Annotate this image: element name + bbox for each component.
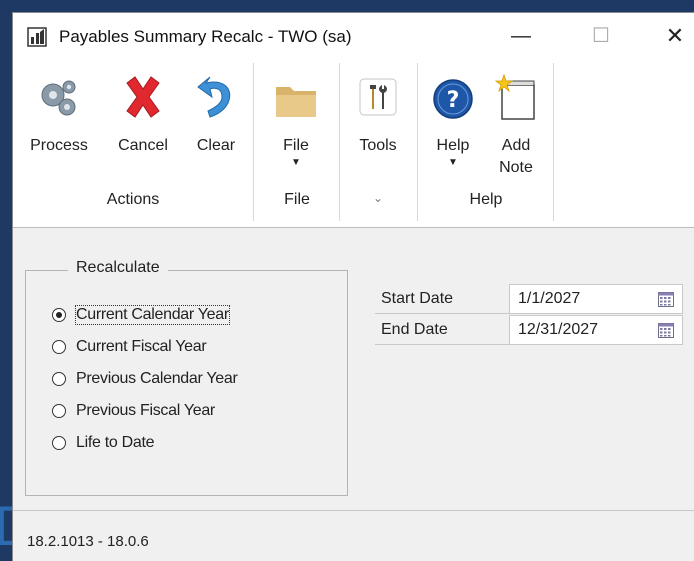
radio-life-to-date[interactable]: Life to Date: [52, 431, 155, 455]
clear-button[interactable]: Clear: [183, 59, 249, 189]
add-note-label-line2: Note: [499, 159, 533, 176]
radio-button[interactable]: [52, 372, 66, 386]
radio-label: Previous Calendar Year: [76, 370, 238, 387]
cancel-button[interactable]: Cancel: [107, 59, 179, 189]
file-button[interactable]: File ▼: [261, 59, 331, 189]
minimize-button[interactable]: —: [499, 19, 543, 53]
clear-label: Clear: [196, 137, 236, 154]
start-date-field[interactable]: 1/1/2027: [509, 284, 683, 314]
end-date-value: 12/31/2027: [518, 321, 599, 338]
version-text: 18.2.1013 - 18.0.6: [27, 533, 149, 550]
group-separator: [253, 63, 254, 221]
process-label: Process: [30, 137, 88, 154]
help-group-label: Help: [469, 191, 503, 208]
radio-button[interactable]: [52, 308, 66, 322]
actions-group-label: Actions: [106, 191, 160, 208]
process-button[interactable]: Process: [19, 59, 99, 189]
payables-summary-recalc-window: Payables Summary Recalc - TWO (sa) — ☐ ✕…: [12, 12, 694, 561]
radio-previous-fiscal-year[interactable]: Previous Fiscal Year: [52, 399, 215, 423]
end-date-label: End Date: [375, 315, 509, 345]
add-note-label-line1: Add: [501, 137, 531, 154]
add-note-label: Add Note: [485, 135, 547, 179]
recalculate-group: Recalculate Current Calendar Year Curren…: [25, 259, 348, 496]
group-separator: [553, 63, 554, 221]
red-x-icon: [126, 76, 160, 118]
tools-button[interactable]: Tools: [347, 59, 409, 189]
help-button[interactable]: ? Help ▼: [423, 59, 483, 189]
file-dropdown-arrow: ▼: [291, 157, 301, 168]
radio-button[interactable]: [52, 340, 66, 354]
radio-previous-calendar-year[interactable]: Previous Calendar Year: [52, 367, 238, 391]
maximize-button[interactable]: ☐: [579, 19, 623, 53]
file-group-label: File: [284, 191, 310, 208]
calendar-icon[interactable]: [658, 292, 674, 307]
window-title: Payables Summary Recalc - TWO (sa): [59, 27, 352, 46]
main-content: Recalculate Current Calendar Year Curren…: [13, 228, 694, 510]
radio-button[interactable]: [52, 404, 66, 418]
ribbon: Process Cancel Clear Actions File ▼ File: [13, 59, 694, 228]
radio-label: Current Calendar Year: [75, 305, 230, 325]
app-chart-icon: [27, 27, 47, 47]
status-bar: 18.2.1013 - 18.0.6: [13, 510, 694, 561]
tools-group-launcher[interactable]: ⌄: [341, 191, 415, 205]
add-note-icon: [494, 73, 535, 120]
calendar-icon[interactable]: [658, 323, 674, 338]
group-separator: [417, 63, 418, 221]
close-button[interactable]: ✕: [653, 19, 694, 53]
recalculate-legend: Recalculate: [68, 259, 168, 277]
start-date-label: Start Date: [375, 284, 509, 314]
help-label: Help: [436, 137, 470, 154]
gears-icon: [41, 80, 76, 116]
cancel-label: Cancel: [118, 137, 168, 154]
file-label: File: [283, 137, 309, 154]
help-dropdown-arrow: ▼: [448, 157, 458, 168]
radio-label: Current Fiscal Year: [76, 338, 207, 355]
group-separator: [339, 63, 340, 221]
end-date-field[interactable]: 12/31/2027: [509, 315, 683, 345]
add-note-button[interactable]: Add Note: [485, 59, 547, 189]
radio-current-calendar-year[interactable]: Current Calendar Year: [52, 303, 230, 327]
title-bar: Payables Summary Recalc - TWO (sa) — ☐ ✕: [13, 13, 694, 59]
start-date-value: 1/1/2027: [518, 290, 581, 307]
tools-label: Tools: [359, 137, 397, 154]
undo-arrow-icon: [197, 76, 231, 118]
help-question-icon: ?: [433, 79, 473, 119]
radio-label: Life to Date: [76, 434, 155, 451]
radio-current-fiscal-year[interactable]: Current Fiscal Year: [52, 335, 207, 359]
radio-label: Previous Fiscal Year: [76, 402, 215, 419]
tools-icon: [359, 78, 397, 116]
background-fragment: D: [0, 498, 12, 554]
svg-text:?: ?: [447, 88, 460, 113]
folder-icon: [276, 87, 316, 117]
radio-button[interactable]: [52, 436, 66, 450]
